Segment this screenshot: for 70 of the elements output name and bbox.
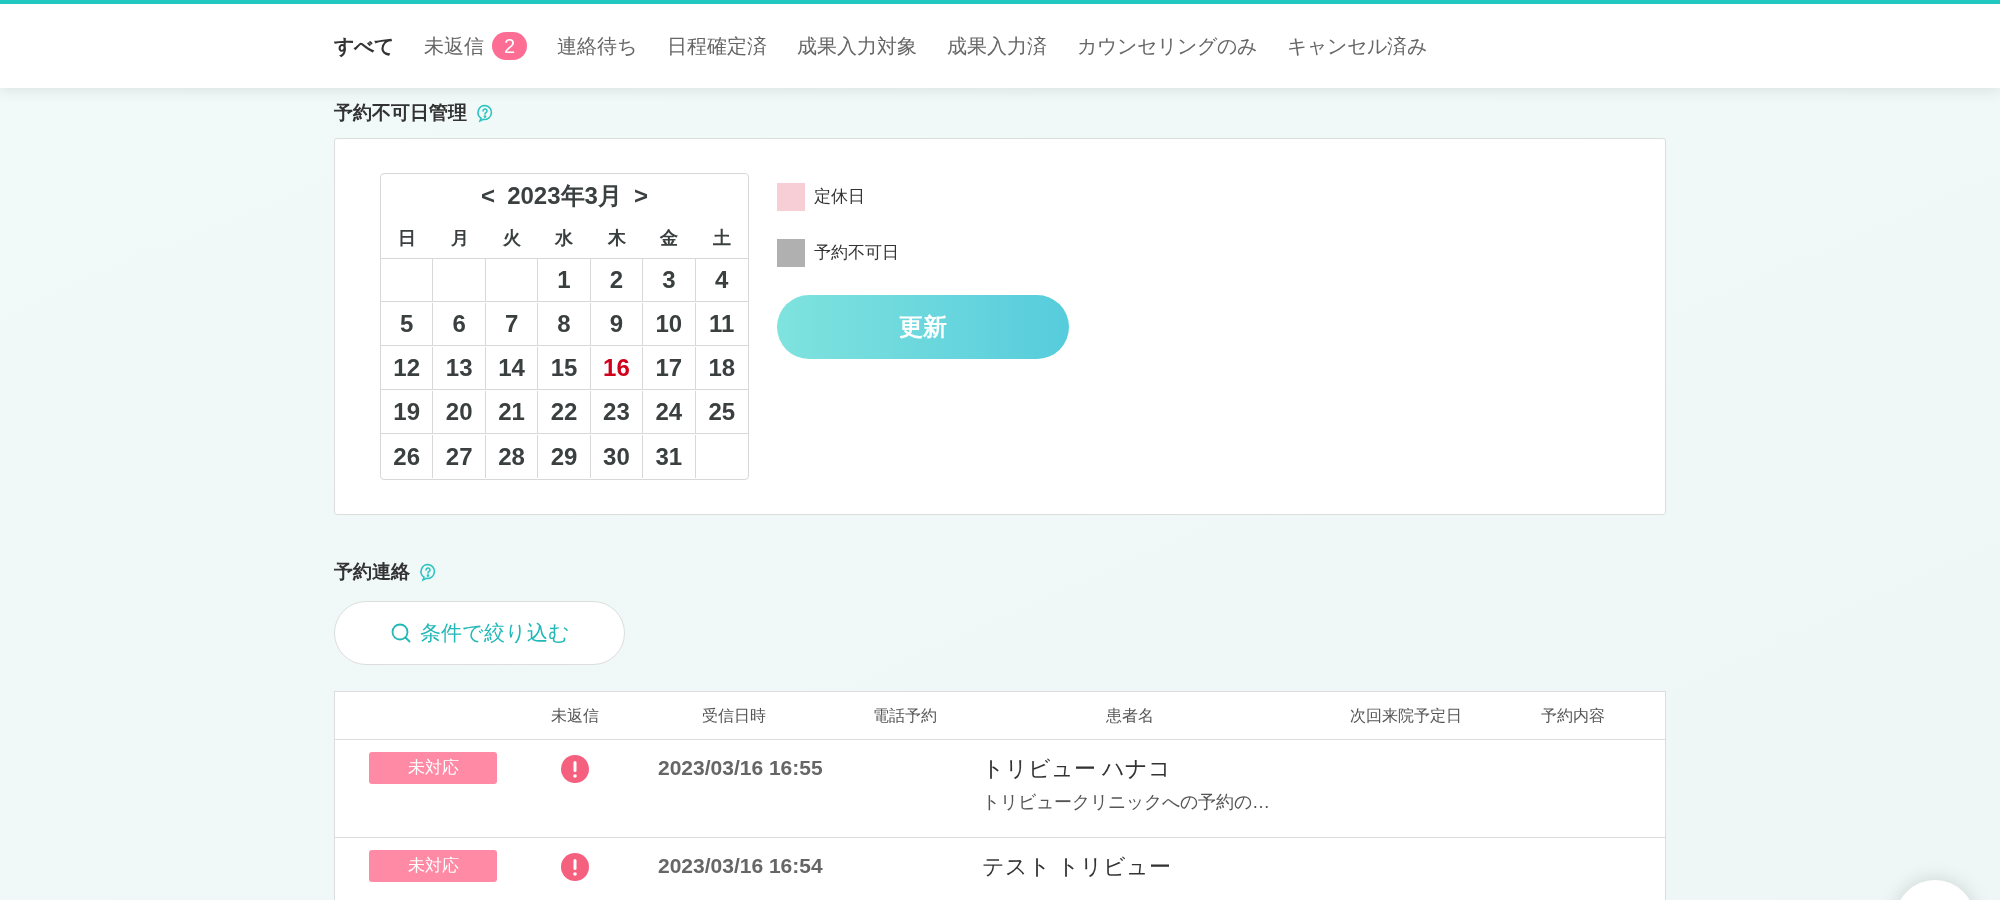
next-month-button[interactable]: > bbox=[633, 178, 648, 214]
calendar-day[interactable]: 27 bbox=[433, 435, 486, 478]
weekday-label: 木 bbox=[606, 226, 627, 250]
calendar-day[interactable]: 22 bbox=[538, 391, 591, 434]
month-title: 2023年3月 bbox=[507, 181, 622, 211]
weekday-label: 金 bbox=[659, 226, 680, 250]
weekday-label: 水 bbox=[553, 226, 575, 250]
received-time: 2023/03/16 16:55 bbox=[658, 756, 823, 779]
column-header: 予約内容 bbox=[1540, 705, 1606, 726]
calendar-day[interactable]: 14 bbox=[485, 347, 539, 390]
weekday-label: 日 bbox=[397, 226, 418, 250]
column-header: 電話予約 bbox=[872, 705, 938, 726]
filter-tab[interactable]: カウンセリングのみ bbox=[1077, 31, 1258, 61]
column-header: 患者名 bbox=[1105, 705, 1155, 726]
legend-label: 定休日 bbox=[814, 186, 865, 209]
calendar-day[interactable]: 25 bbox=[695, 391, 748, 434]
filter-tab[interactable]: 日程確定済 bbox=[667, 31, 768, 61]
calendar-day[interactable]: 30 bbox=[590, 435, 644, 478]
calendar-day[interactable]: 3 bbox=[643, 259, 696, 302]
calendar-day[interactable]: 24 bbox=[643, 391, 696, 434]
calendar-day[interactable]: 12 bbox=[381, 347, 434, 390]
previous-month-button[interactable]: < bbox=[481, 178, 496, 214]
patient-name[interactable]: トリビュー ハナコ bbox=[982, 752, 1299, 785]
calendar-day[interactable]: 8 bbox=[538, 303, 591, 346]
filter-tab[interactable]: すべて bbox=[334, 31, 394, 61]
calendar-day[interactable]: 4 bbox=[695, 259, 748, 302]
weekday-label: 月 bbox=[449, 226, 470, 250]
status-badge: 未対応 bbox=[369, 850, 497, 882]
filter-tab[interactable]: 成果入力済 bbox=[947, 31, 1048, 61]
calendar-day[interactable]: 6 bbox=[433, 303, 486, 346]
calendar-day[interactable]: 9 bbox=[590, 303, 644, 346]
calendar-day[interactable]: 10 bbox=[643, 303, 696, 346]
calendar-day[interactable]: 19 bbox=[381, 391, 434, 434]
weekday-label: 土 bbox=[711, 226, 732, 250]
received-time: 2023/03/16 16:54 bbox=[658, 854, 823, 877]
column-header: 受信日時 bbox=[701, 705, 767, 726]
calendar-day[interactable]: 23 bbox=[590, 391, 644, 434]
calendar-day[interactable]: 7 bbox=[485, 303, 539, 346]
calendar-day[interactable]: 28 bbox=[485, 435, 539, 478]
calendar-day[interactable]: 26 bbox=[381, 435, 434, 478]
filter-tab[interactable]: 未返信 2 bbox=[424, 31, 528, 61]
calendar-day[interactable]: 20 bbox=[433, 391, 486, 434]
message-preview: トリビュークリニックへの予約の… bbox=[982, 791, 1271, 814]
column-header: 次回来院予定日 bbox=[1349, 705, 1463, 726]
search-icon bbox=[389, 622, 412, 644]
calendar-day[interactable]: 15 bbox=[538, 347, 591, 390]
legend-label: 予約不可日 bbox=[814, 242, 899, 265]
calendar-day[interactable]: 31 bbox=[643, 435, 696, 478]
calendar-day[interactable]: 18 bbox=[695, 347, 748, 390]
section-title: 予約連絡 bbox=[334, 559, 410, 584]
count-badge: 2 bbox=[492, 32, 528, 60]
calendar-day[interactable]: 5 bbox=[381, 303, 434, 346]
calendar-day[interactable]: 2 bbox=[590, 259, 644, 302]
calendar-day[interactable]: 13 bbox=[433, 347, 486, 390]
calendar-day[interactable]: 29 bbox=[538, 435, 591, 478]
weekday-label: 火 bbox=[502, 226, 523, 250]
calendar-day[interactable]: 11 bbox=[695, 303, 748, 346]
section-title: 予約不可日管理 bbox=[334, 100, 467, 125]
help-icon[interactable] bbox=[475, 103, 495, 123]
calendar-day[interactable]: 17 bbox=[643, 347, 696, 390]
patient-name[interactable]: テスト トリビュー bbox=[982, 850, 1299, 883]
calendar-day[interactable]: 16 bbox=[590, 347, 644, 390]
status-badge: 未対応 bbox=[369, 752, 497, 784]
column-header: 未返信 bbox=[550, 705, 600, 726]
filter-tab[interactable]: 連絡待ち bbox=[557, 31, 638, 61]
calendar-day[interactable]: 1 bbox=[538, 259, 591, 302]
filter-tab[interactable]: 成果入力対象 bbox=[797, 31, 918, 61]
filter-tab[interactable]: キャンセル済み bbox=[1287, 31, 1428, 61]
calendar-day[interactable]: 21 bbox=[485, 391, 539, 434]
help-icon[interactable] bbox=[418, 562, 438, 582]
